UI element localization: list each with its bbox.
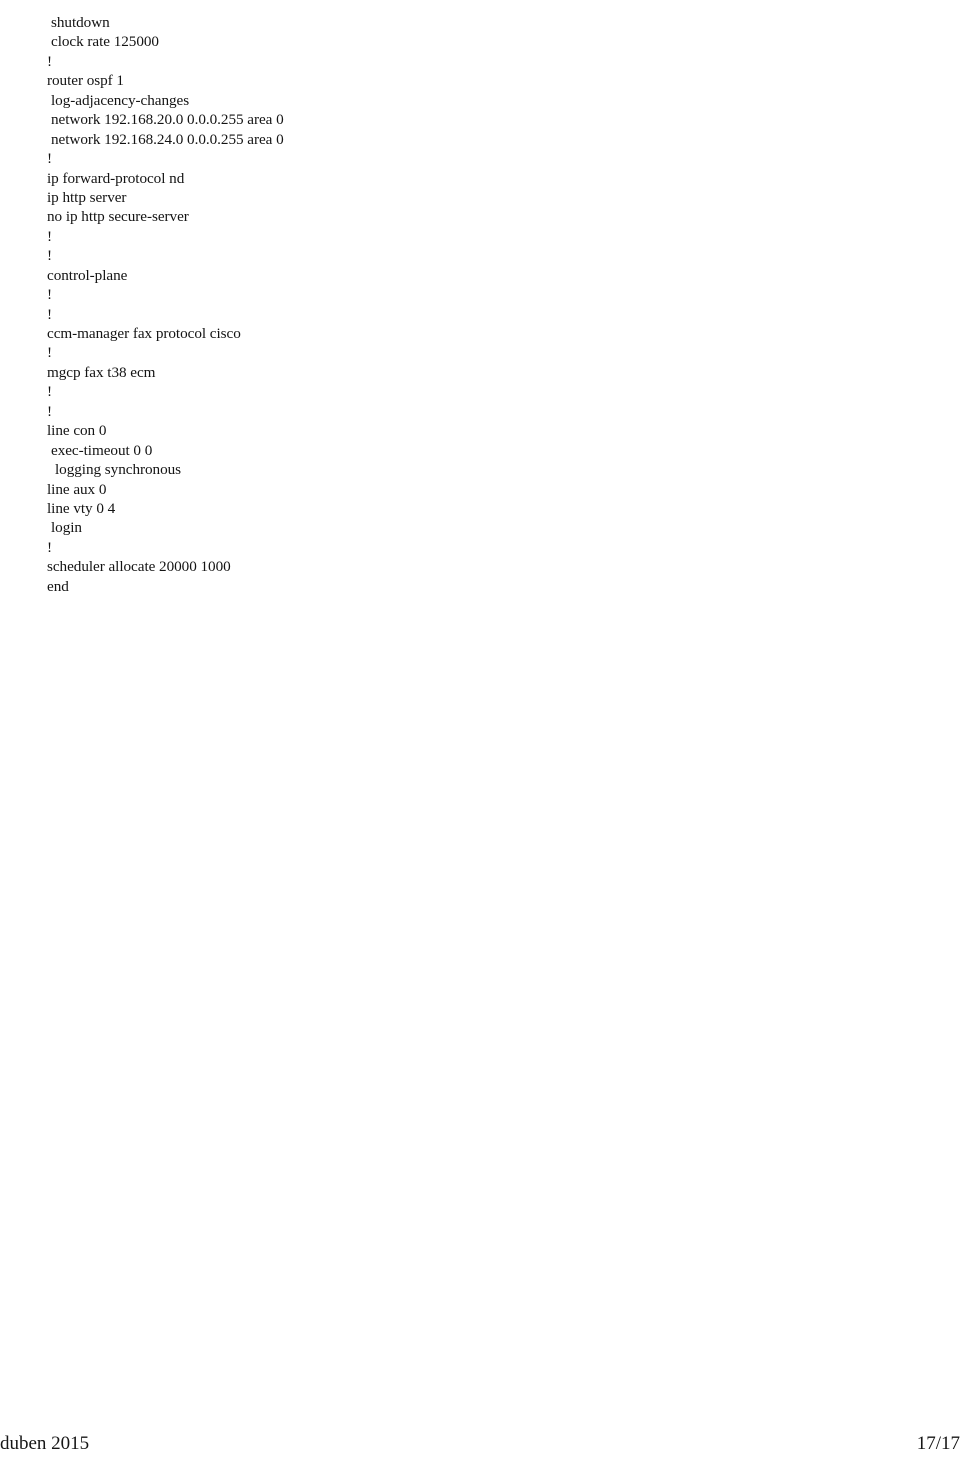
config-listing: shutdown clock rate 125000! router ospf 1l… <box>47 13 647 596</box>
config-line: login <box>51 519 82 537</box>
config-delimiter-line: ! <box>47 227 53 245</box>
config-line: line con 0 <box>47 422 107 440</box>
config-line: log-adjacency-changes <box>51 91 190 109</box>
config-line: control-plane <box>47 266 128 284</box>
footer-page-number: 17/17 <box>916 1433 960 1454</box>
config-line: shutdown <box>51 14 110 31</box>
config-delimiter-line: ! <box>47 538 53 556</box>
document-page: shutdown clock rate 125000! router ospf 1l… <box>0 0 960 1457</box>
config-line: ip forward-protocol nd <box>47 169 185 187</box>
config-delimiter-line: ! <box>47 305 53 323</box>
config-line: router ospf 1 <box>47 72 124 90</box>
config-delimiter-line: ! <box>47 247 53 265</box>
config-delimiter-line: ! <box>47 344 53 362</box>
config-line: network 192.168.24.0 0.0.0.255 area 0 <box>51 130 284 148</box>
config-line: mgcp fax t38 ecm <box>47 363 156 381</box>
page-footer: duben 2015 17/17 <box>0 1416 960 1457</box>
config-delimiter-line: ! <box>47 402 53 420</box>
config-line: scheduler allocate 20000 1000 <box>47 558 231 576</box>
config-line: line vty 0 4 <box>47 499 116 517</box>
config-line: network 192.168.20.0 0.0.0.255 area 0 <box>51 111 284 129</box>
config-line: exec-timeout 0 0 <box>51 441 153 459</box>
config-delimiter-line: ! <box>47 150 53 168</box>
config-line: ccm-manager fax protocol cisco <box>47 325 241 342</box>
config-line: end <box>47 577 69 595</box>
config-delimiter-line: ! <box>47 286 53 304</box>
config-line: no ip http secure-server <box>47 208 189 226</box>
config-line: logging synchronous <box>55 461 182 479</box>
config-line: ip http server <box>47 188 127 206</box>
config-delimiter-line: ! <box>47 52 53 70</box>
footer-date: duben 2015 <box>0 1433 90 1454</box>
config-line: line aux 0 <box>47 480 107 498</box>
config-line: clock rate 125000 <box>51 33 159 51</box>
config-delimiter-line: ! <box>47 383 53 401</box>
